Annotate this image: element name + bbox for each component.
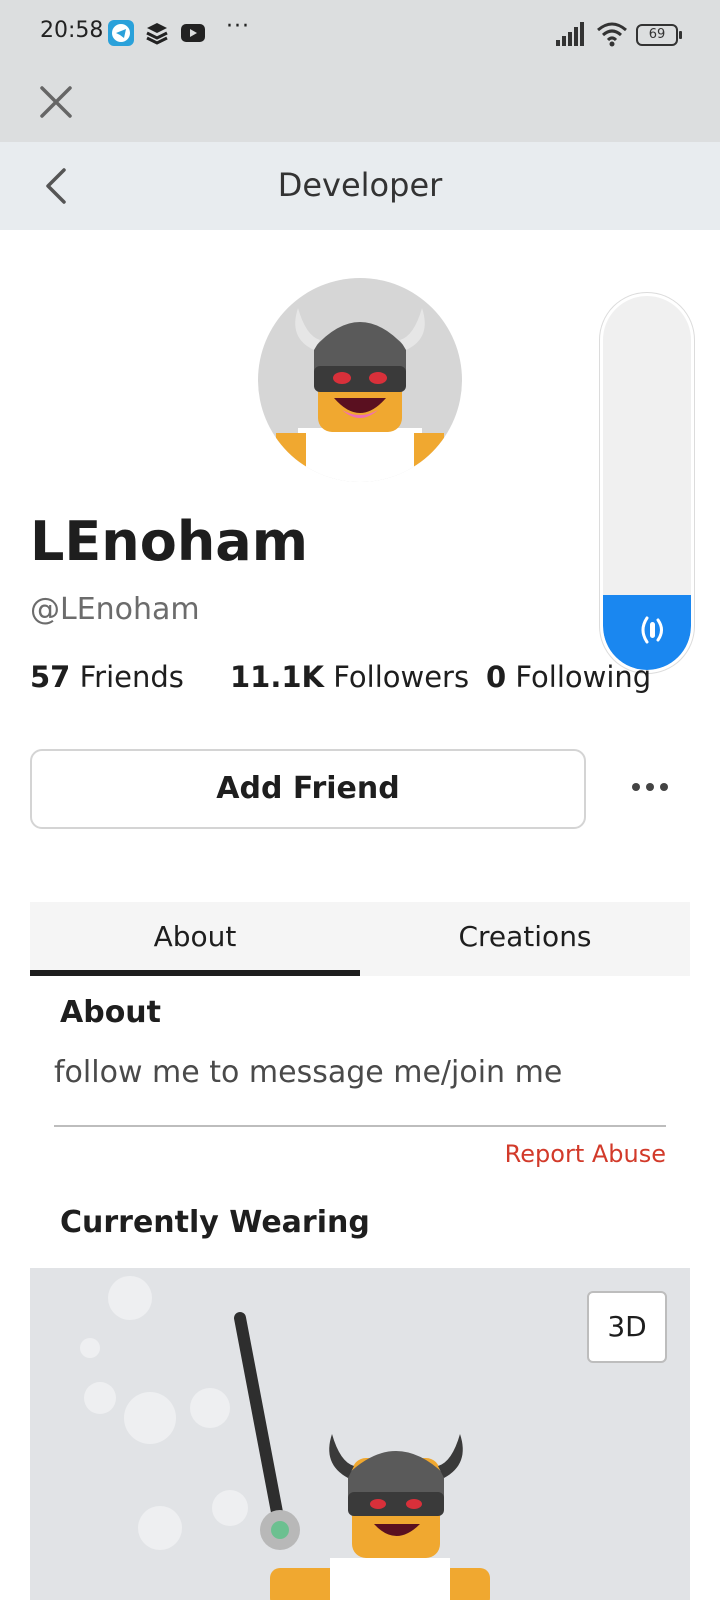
divider bbox=[54, 1125, 666, 1127]
nav-bar: Developer bbox=[0, 142, 720, 230]
friends-label: Friends bbox=[79, 660, 184, 694]
status-bar: 20:58 ··· 69 bbox=[0, 0, 720, 68]
followers-stat[interactable]: 11.1K Followers bbox=[230, 660, 469, 694]
layers-app-icon bbox=[146, 23, 168, 45]
voice-chat-icon[interactable] bbox=[631, 612, 667, 648]
following-label: Following bbox=[515, 660, 652, 694]
username: @LEnoham bbox=[30, 592, 200, 627]
youtube-icon bbox=[181, 24, 205, 42]
tab-creations[interactable]: Creations bbox=[360, 902, 690, 976]
signal-icon bbox=[556, 22, 584, 46]
tab-about[interactable]: About bbox=[30, 902, 360, 976]
view-3d-button[interactable]: 3D bbox=[587, 1291, 667, 1363]
following-count: 0 bbox=[486, 660, 507, 694]
followers-count: 11.1K bbox=[230, 660, 325, 694]
more-notifications-icon: ··· bbox=[226, 14, 250, 39]
status-time: 20:58 bbox=[40, 18, 104, 43]
wifi-icon bbox=[597, 22, 627, 47]
telegram-icon bbox=[108, 20, 134, 46]
report-abuse-link[interactable]: Report Abuse bbox=[505, 1140, 666, 1168]
voice-volume-slider[interactable] bbox=[600, 293, 694, 673]
add-friend-button[interactable]: Add Friend bbox=[30, 749, 586, 829]
avatar bbox=[258, 278, 462, 482]
webview-header bbox=[0, 68, 720, 142]
about-heading: About bbox=[60, 995, 162, 1030]
avatar-preview: 3D bbox=[30, 1268, 690, 1600]
close-icon[interactable] bbox=[36, 82, 76, 122]
friends-stat[interactable]: 57 Friends bbox=[30, 660, 184, 694]
currently-wearing-heading: Currently Wearing bbox=[60, 1205, 370, 1240]
about-description: follow me to message me/join me bbox=[54, 1055, 563, 1090]
more-horizontal-icon[interactable] bbox=[626, 770, 674, 804]
display-name: LEnoham bbox=[30, 510, 308, 573]
following-stat[interactable]: 0 Following bbox=[486, 660, 651, 694]
profile-tabs: About Creations bbox=[30, 902, 690, 976]
page-title: Developer bbox=[277, 166, 443, 204]
friends-count: 57 bbox=[30, 660, 71, 694]
followers-label: Followers bbox=[333, 660, 470, 694]
battery-icon: 69 bbox=[636, 24, 682, 46]
